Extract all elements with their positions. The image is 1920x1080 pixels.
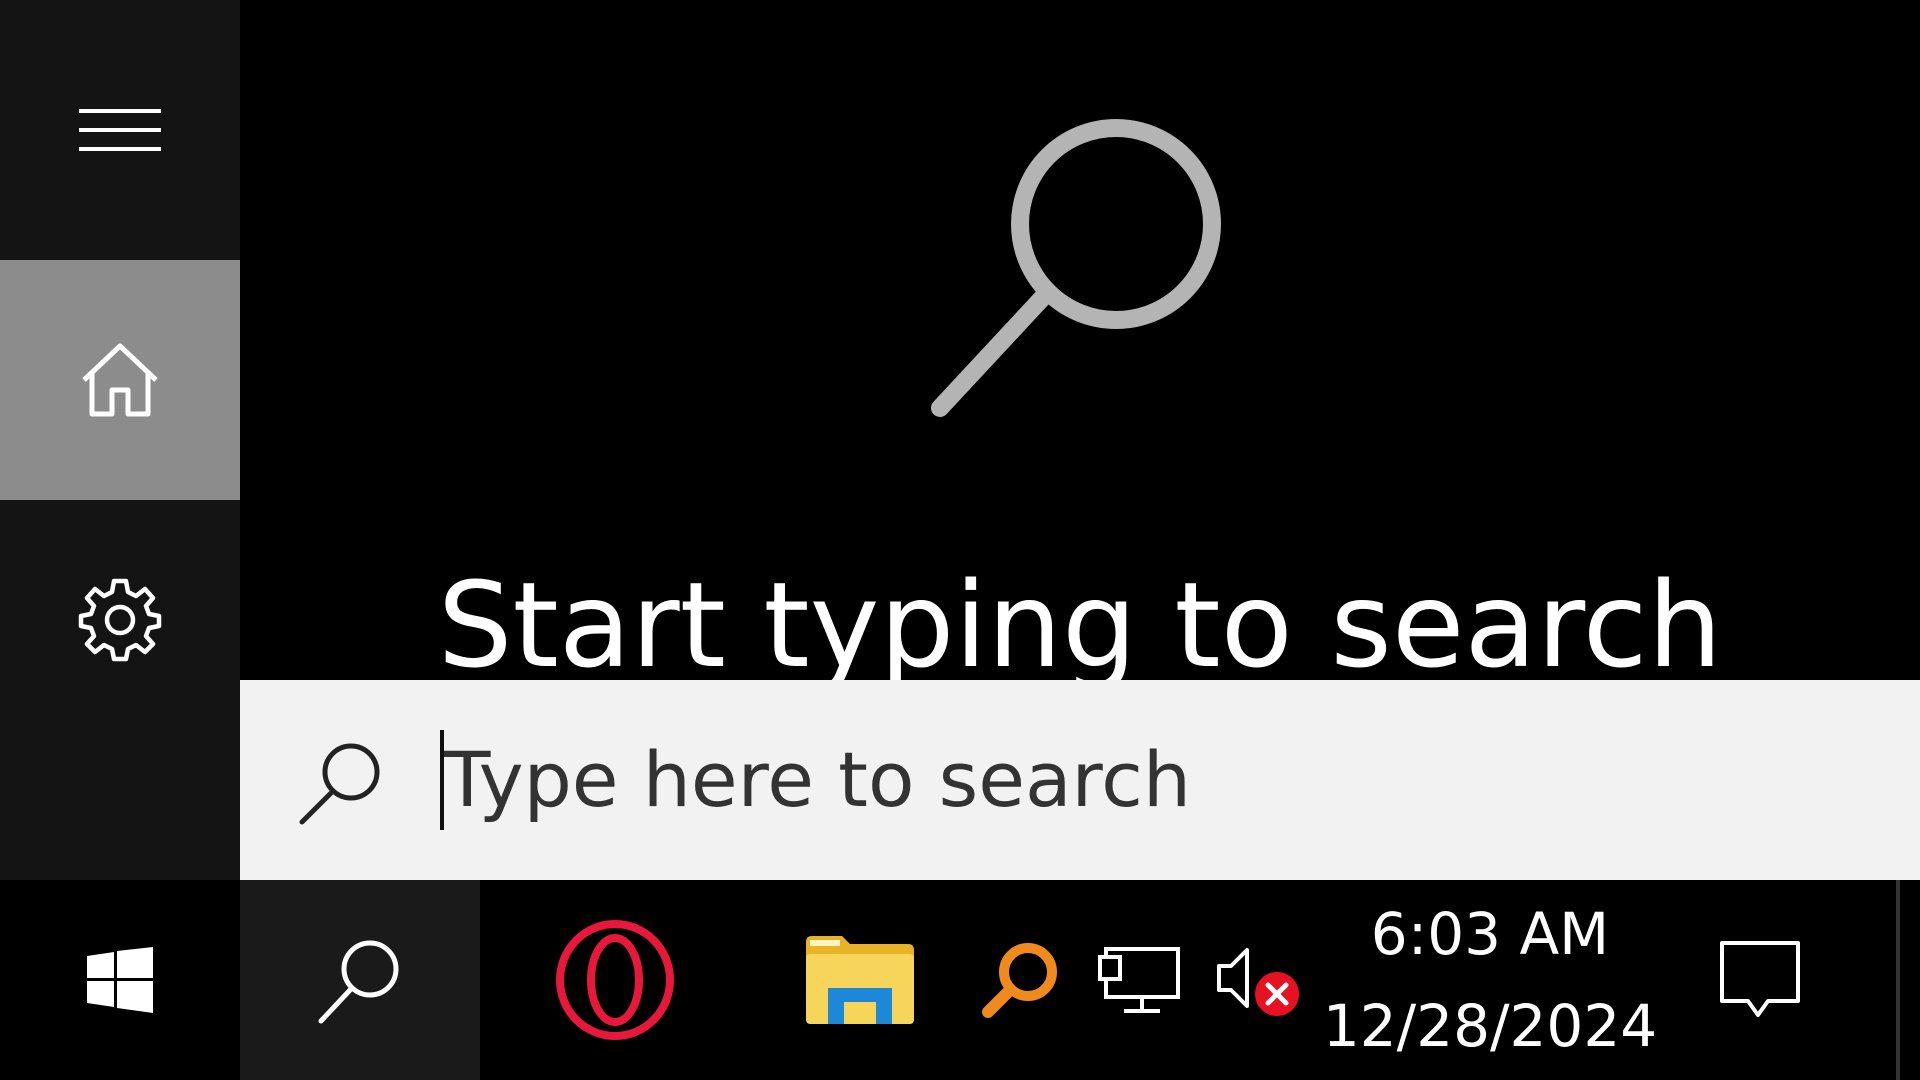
search-icon bbox=[299, 743, 380, 825]
volume-control[interactable] bbox=[1205, 880, 1315, 1080]
taskbar-app-search-tool[interactable] bbox=[970, 880, 1070, 1080]
taskbar-app-opera[interactable] bbox=[520, 880, 710, 1080]
search-input[interactable] bbox=[444, 724, 1844, 834]
home-button[interactable] bbox=[0, 260, 240, 500]
clock-time: 6:03 AM bbox=[1370, 900, 1610, 968]
menu-button[interactable] bbox=[0, 0, 240, 260]
network-status[interactable] bbox=[1090, 880, 1190, 1080]
hamburger-menu-icon bbox=[79, 109, 161, 151]
search-results-pane: Start typing to search bbox=[240, 0, 1920, 690]
clock-date: 12/28/2024 bbox=[1322, 992, 1658, 1060]
search-icon bbox=[318, 940, 399, 1024]
settings-button[interactable] bbox=[0, 500, 240, 740]
start-sidebar bbox=[0, 0, 240, 880]
folder-icon bbox=[806, 936, 914, 1024]
taskbar-search-button[interactable] bbox=[240, 880, 480, 1080]
action-center-button[interactable] bbox=[1700, 880, 1820, 1080]
windows-logo-icon bbox=[87, 947, 153, 1013]
taskbar-app-file-explorer[interactable] bbox=[770, 880, 950, 1080]
gear-icon bbox=[78, 578, 162, 662]
home-icon bbox=[82, 343, 158, 417]
system-clock[interactable]: 6:03 AM 12/28/2024 bbox=[1320, 880, 1660, 1080]
empty-state-message: Start typing to search bbox=[437, 556, 1723, 694]
opera-icon bbox=[556, 920, 674, 1040]
show-desktop-button[interactable] bbox=[1896, 880, 1900, 1080]
start-button[interactable] bbox=[0, 880, 240, 1080]
magnifier-orange-icon bbox=[982, 943, 1057, 1018]
search-box[interactable] bbox=[240, 680, 1920, 880]
volume-muted-icon bbox=[1217, 948, 1299, 1016]
action-center-icon bbox=[1720, 941, 1800, 1017]
network-icon bbox=[1098, 947, 1180, 1013]
taskbar: 6:03 AM 12/28/2024 bbox=[0, 880, 1920, 1080]
search-icon bbox=[931, 119, 1221, 417]
